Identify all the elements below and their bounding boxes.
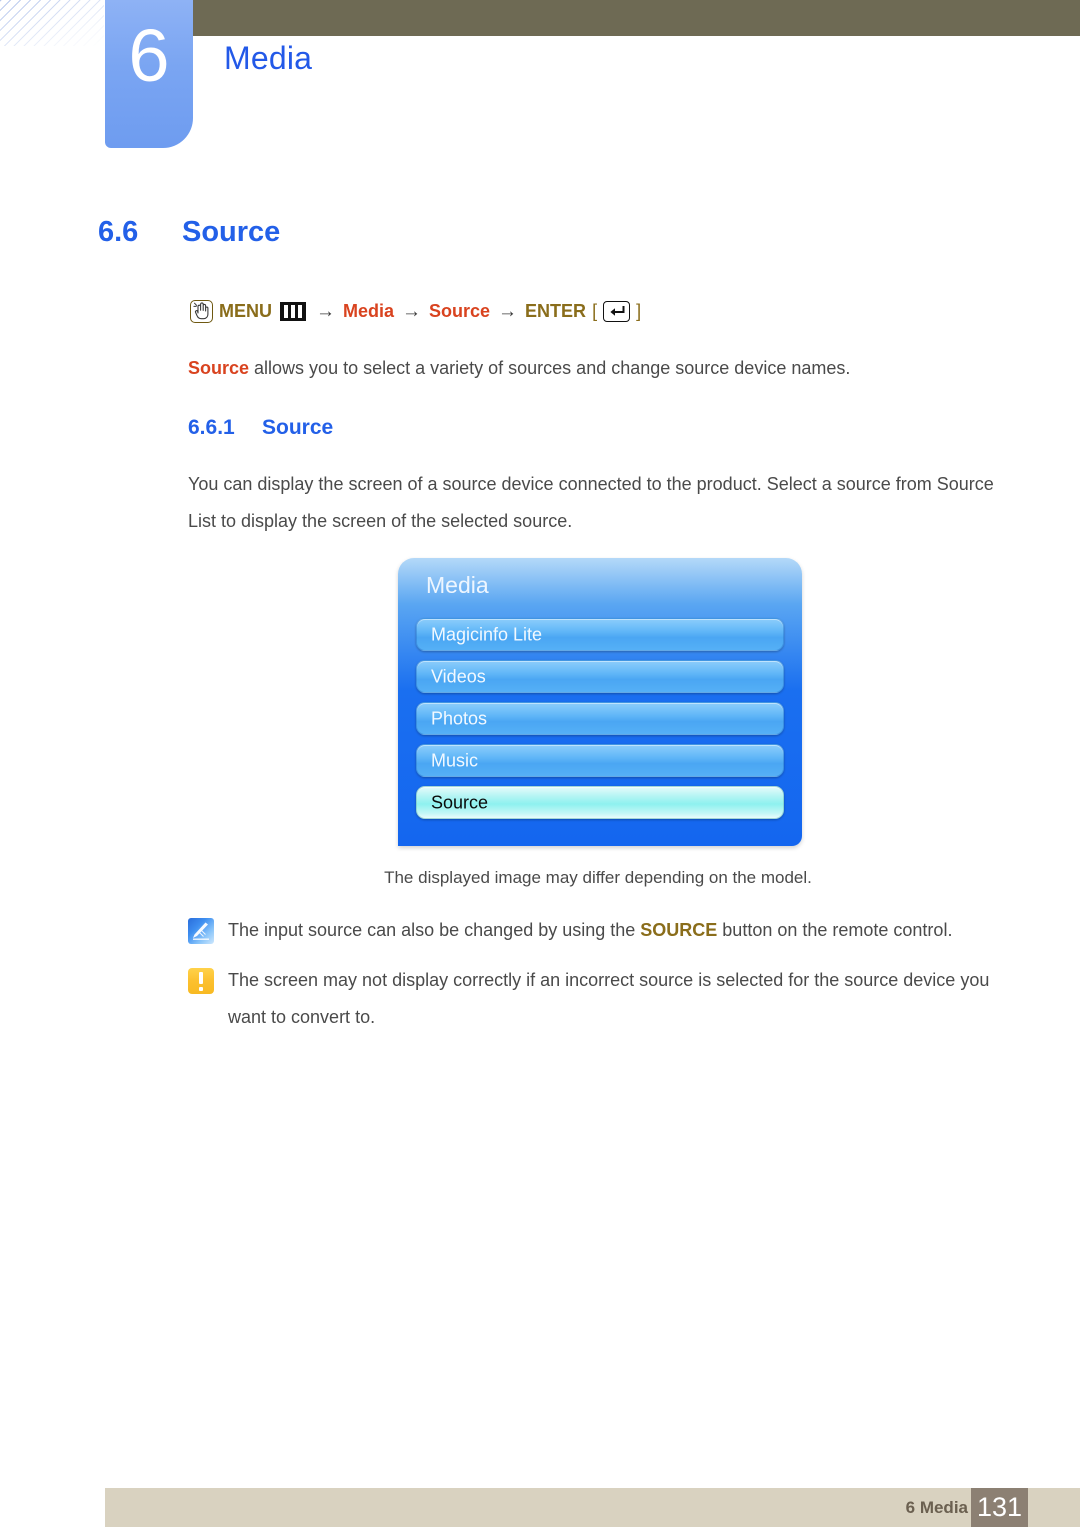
image-caption: The displayed image may differ depending… xyxy=(384,868,812,887)
osd-menu-item-videos[interactable]: Videos xyxy=(416,660,784,693)
menu-bars-icon xyxy=(280,302,306,321)
osd-menu-item-magicinfo-lite[interactable]: Magicinfo Lite xyxy=(416,618,784,651)
menu-path-media-label: Media xyxy=(343,301,395,321)
subsection-title: Source xyxy=(262,416,334,439)
intro-text: allows you to select a variety of source… xyxy=(249,358,851,378)
note-info-text: The input source can also be changed by … xyxy=(228,912,952,949)
intro-highlight: Source xyxy=(188,358,250,378)
note-info-highlight: SOURCE xyxy=(640,920,718,940)
path-arrow-1: → xyxy=(316,300,335,322)
osd-panel-title: Media xyxy=(426,572,489,598)
osd-item-label: Music xyxy=(431,750,479,770)
osd-menu-item-music[interactable]: Music xyxy=(416,744,784,777)
hand-pointer-icon xyxy=(190,300,213,323)
note-info-text-before: The input source can also be changed by … xyxy=(228,920,641,940)
path-arrow-3: → xyxy=(498,300,518,322)
osd-menu-list: Magicinfo Lite Videos Photos Music Sourc… xyxy=(416,618,784,828)
menu-path-menu-label: MENU xyxy=(219,301,272,321)
bracket-close: ] xyxy=(636,301,642,321)
osd-menu-item-source[interactable]: Source xyxy=(416,786,784,819)
section-heading: 6.6 Source xyxy=(98,216,280,249)
page-footer: 6 Media 131 xyxy=(105,1488,1080,1527)
chapter-number-badge: 6 xyxy=(105,0,193,148)
chapter-title: Media xyxy=(224,40,313,76)
subsection-heading: 6.6.1 Source xyxy=(188,416,333,440)
bracket-open: [ xyxy=(592,301,598,321)
footer-chapter-label: 6 Media xyxy=(905,1497,968,1517)
note-info: The input source can also be changed by … xyxy=(188,912,1008,949)
osd-item-label: Source xyxy=(431,792,489,812)
note-pen-icon xyxy=(188,918,214,944)
section-title: Source xyxy=(182,216,281,248)
osd-item-label: Magicinfo Lite xyxy=(431,624,543,644)
osd-menu-item-photos[interactable]: Photos xyxy=(416,702,784,735)
enter-key-icon xyxy=(603,301,631,322)
menu-path-breadcrumb: MENU → Media → Source → ENTER [ ] xyxy=(190,300,641,323)
header-bar xyxy=(193,0,1080,36)
section-number: 6.6 xyxy=(98,216,139,248)
subsection-number: 6.6.1 xyxy=(188,416,235,439)
caution-exclamation-icon xyxy=(188,968,214,994)
note-caution: The screen may not display correctly if … xyxy=(188,962,1008,1036)
intro-paragraph: Source allows you to select a variety of… xyxy=(188,350,988,387)
path-arrow-2: → xyxy=(402,300,422,322)
osd-item-label: Videos xyxy=(431,666,486,686)
osd-menu-panel: Media Magicinfo Lite Videos Photos Music… xyxy=(398,558,802,846)
corner-hatch-decoration xyxy=(0,0,104,46)
chapter-number: 6 xyxy=(128,14,170,97)
osd-item-label: Photos xyxy=(431,708,488,728)
note-caution-text: The screen may not display correctly if … xyxy=(228,970,990,1027)
menu-path-enter-label: ENTER xyxy=(525,301,587,321)
note-info-text-after: button on the remote control. xyxy=(717,920,953,940)
footer-page-number: 131 xyxy=(971,1488,1028,1527)
body-paragraph: You can display the screen of a source d… xyxy=(188,474,994,531)
menu-path-source-label: Source xyxy=(429,301,491,321)
